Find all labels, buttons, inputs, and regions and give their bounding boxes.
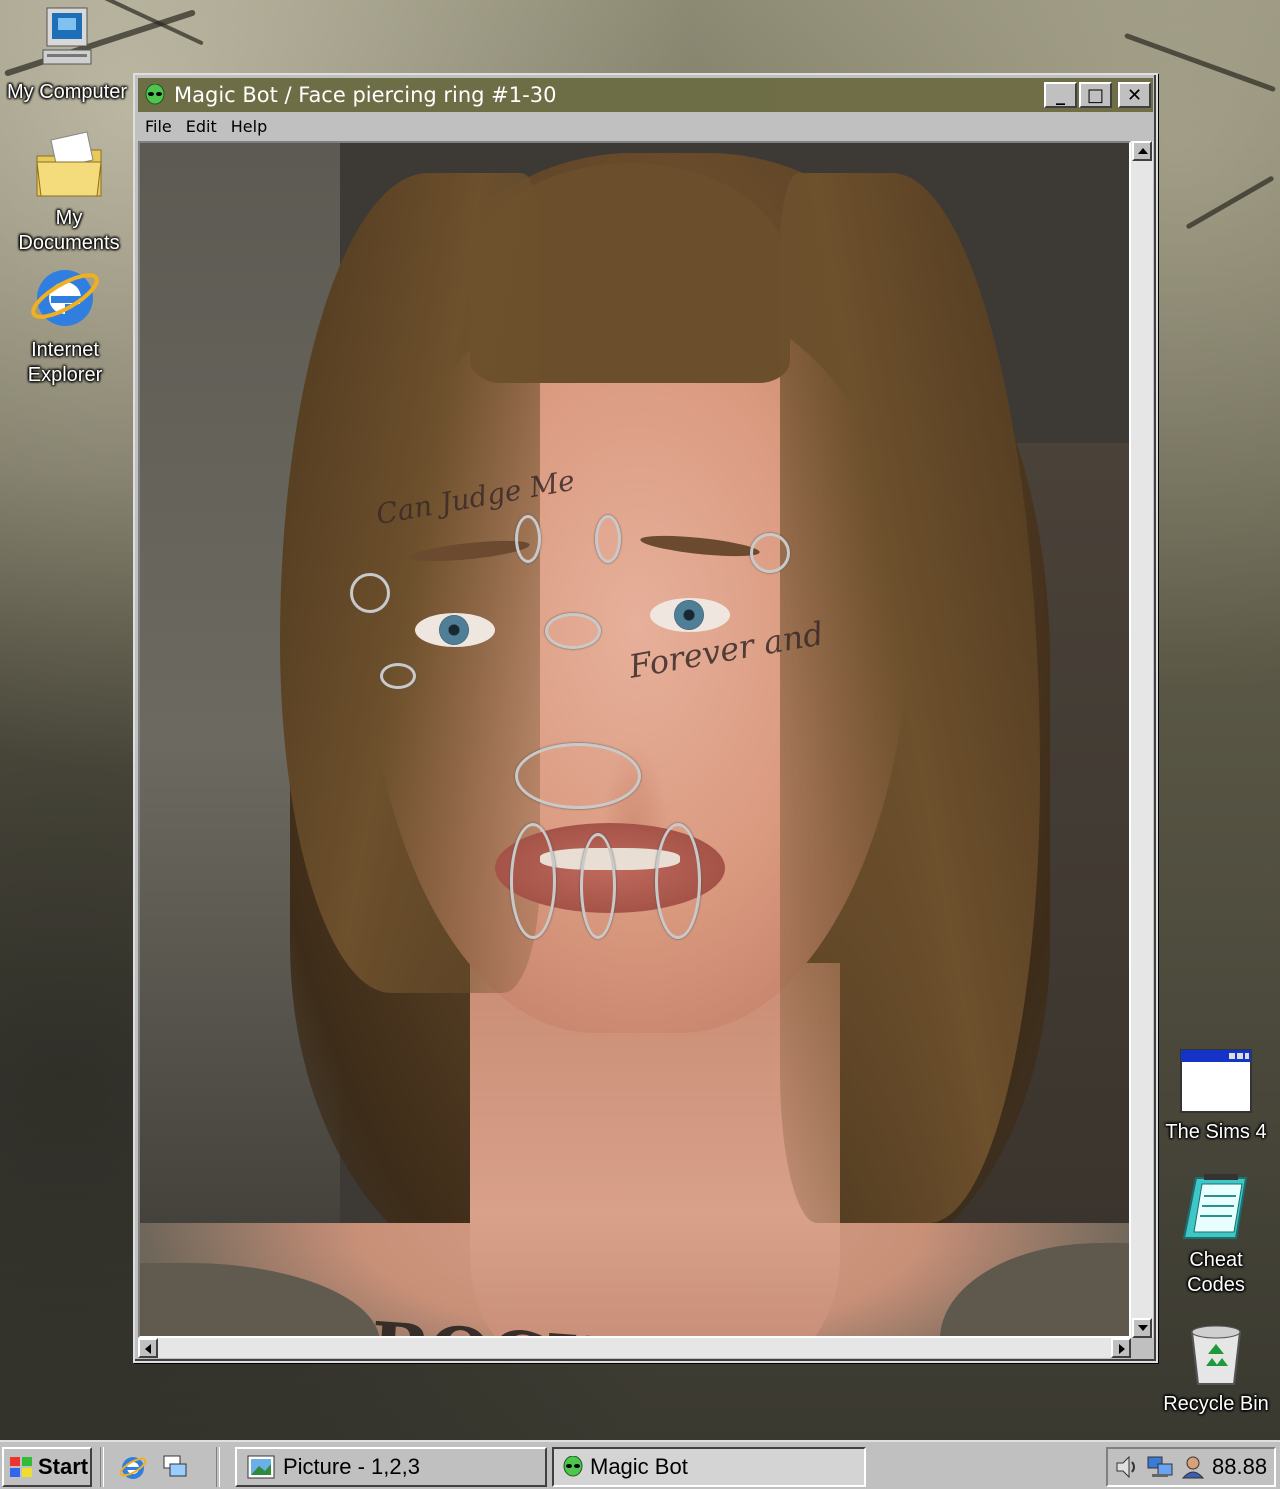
desktop-icon-label: The Sims 4	[1165, 1121, 1267, 1143]
tree-branch	[1185, 175, 1275, 230]
picture-icon	[247, 1455, 275, 1479]
menu-help[interactable]: Help	[224, 117, 274, 136]
start-button[interactable]: Start	[2, 1447, 92, 1487]
menu-file[interactable]: File	[138, 117, 179, 136]
piercing-ring	[580, 833, 616, 939]
desktop-icon-label: My Documents	[18, 207, 120, 254]
window-titlebar[interactable]: Magic Bot / Face piercing ring #1-30 _ □…	[138, 78, 1153, 112]
window-title: Magic Bot / Face piercing ring #1-30	[174, 83, 557, 107]
left-eye	[415, 613, 495, 647]
piercing-ring	[750, 533, 790, 573]
hair-strand-right	[780, 173, 1040, 1223]
scroll-right-button[interactable]	[1111, 1338, 1131, 1358]
task-picture-label: Picture - 1,2,3	[283, 1454, 420, 1479]
task-magic-bot-label: Magic Bot	[590, 1454, 688, 1479]
piercing-ring	[545, 613, 601, 649]
system-tray: 88.88	[1106, 1447, 1276, 1487]
task-picture[interactable]: Picture - 1,2,3	[235, 1447, 547, 1487]
network-icon[interactable]	[1146, 1454, 1174, 1480]
piercing-ring	[350, 573, 390, 613]
program-window-icon	[1180, 1049, 1252, 1113]
desktop-icon-internet-explorer[interactable]: Internet Explorer	[0, 258, 130, 388]
desktop-icon-the-sims-4[interactable]: The Sims 4	[1151, 1048, 1280, 1145]
menu-bar: File Edit Help	[138, 114, 1153, 138]
vertical-scrollbar[interactable]	[1131, 141, 1153, 1338]
folder-icon	[36, 131, 102, 197]
alien-icon	[563, 1456, 583, 1477]
scroll-left-button[interactable]	[138, 1338, 158, 1358]
maximize-button[interactable]: □	[1079, 82, 1112, 108]
desktop-icon-label-line2: Explorer	[27, 364, 103, 386]
recycle-bin-icon	[1190, 1325, 1242, 1385]
notepad-icon	[1182, 1174, 1248, 1239]
minimize-button[interactable]: _	[1044, 82, 1077, 108]
desktop-icon-my-documents[interactable]: My Documents	[4, 130, 134, 256]
quick-launch-show-desktop[interactable]	[160, 1452, 194, 1482]
windows-logo-icon	[10, 1457, 32, 1477]
piercing-ring	[595, 515, 621, 563]
magic-bot-window[interactable]: Magic Bot / Face piercing ring #1-30 _ □…	[133, 73, 1158, 1363]
desktop-icon-my-computer[interactable]: My Computer	[2, 6, 132, 105]
user-icon[interactable]	[1180, 1454, 1206, 1480]
portrait-image: Can Judge Me Forever and ROCKNROLL	[140, 143, 1129, 1336]
desktop-icon-cheat-codes[interactable]: Cheat Codes	[1151, 1172, 1280, 1298]
scroll-down-button[interactable]	[1132, 1318, 1152, 1338]
quick-launch-ie[interactable]	[118, 1452, 152, 1482]
internet-explorer-icon	[119, 1457, 147, 1479]
piercing-ring	[655, 823, 701, 939]
desktop-icon-recycle-bin[interactable]: Recycle Bin	[1151, 1320, 1280, 1417]
desktop-icon-label-line2: Codes	[1187, 1274, 1245, 1296]
taskbar: Start Picture - 1,2,3 Magic Bot 88.88	[0, 1440, 1280, 1489]
desktop-icon-label-line1: Cheat	[1189, 1249, 1243, 1271]
horizontal-scrollbar[interactable]	[138, 1338, 1131, 1358]
start-label: Start	[38, 1454, 89, 1479]
piercing-ring	[515, 515, 541, 563]
show-desktop-icon	[163, 1455, 187, 1477]
desktop-icon-label: My Computer	[6, 81, 128, 103]
menu-edit[interactable]: Edit	[179, 117, 224, 136]
right-eye	[650, 598, 730, 632]
clock[interactable]: 88.88	[1212, 1454, 1267, 1480]
volume-icon[interactable]	[1114, 1454, 1140, 1480]
piercing-ring	[380, 663, 416, 689]
piercing-ring	[515, 743, 641, 809]
computer-icon	[42, 7, 92, 65]
close-button[interactable]: ✕	[1118, 82, 1151, 108]
desktop-icon-label: Recycle Bin	[1163, 1393, 1269, 1415]
internet-explorer-icon	[31, 270, 99, 326]
image-viewport[interactable]: Can Judge Me Forever and ROCKNROLL	[138, 141, 1131, 1338]
desktop-icon-label-line1: Internet	[31, 339, 99, 361]
task-magic-bot[interactable]: Magic Bot	[552, 1447, 866, 1487]
alien-icon	[145, 84, 165, 105]
scroll-up-button[interactable]	[1132, 141, 1152, 161]
piercing-ring	[510, 823, 556, 939]
